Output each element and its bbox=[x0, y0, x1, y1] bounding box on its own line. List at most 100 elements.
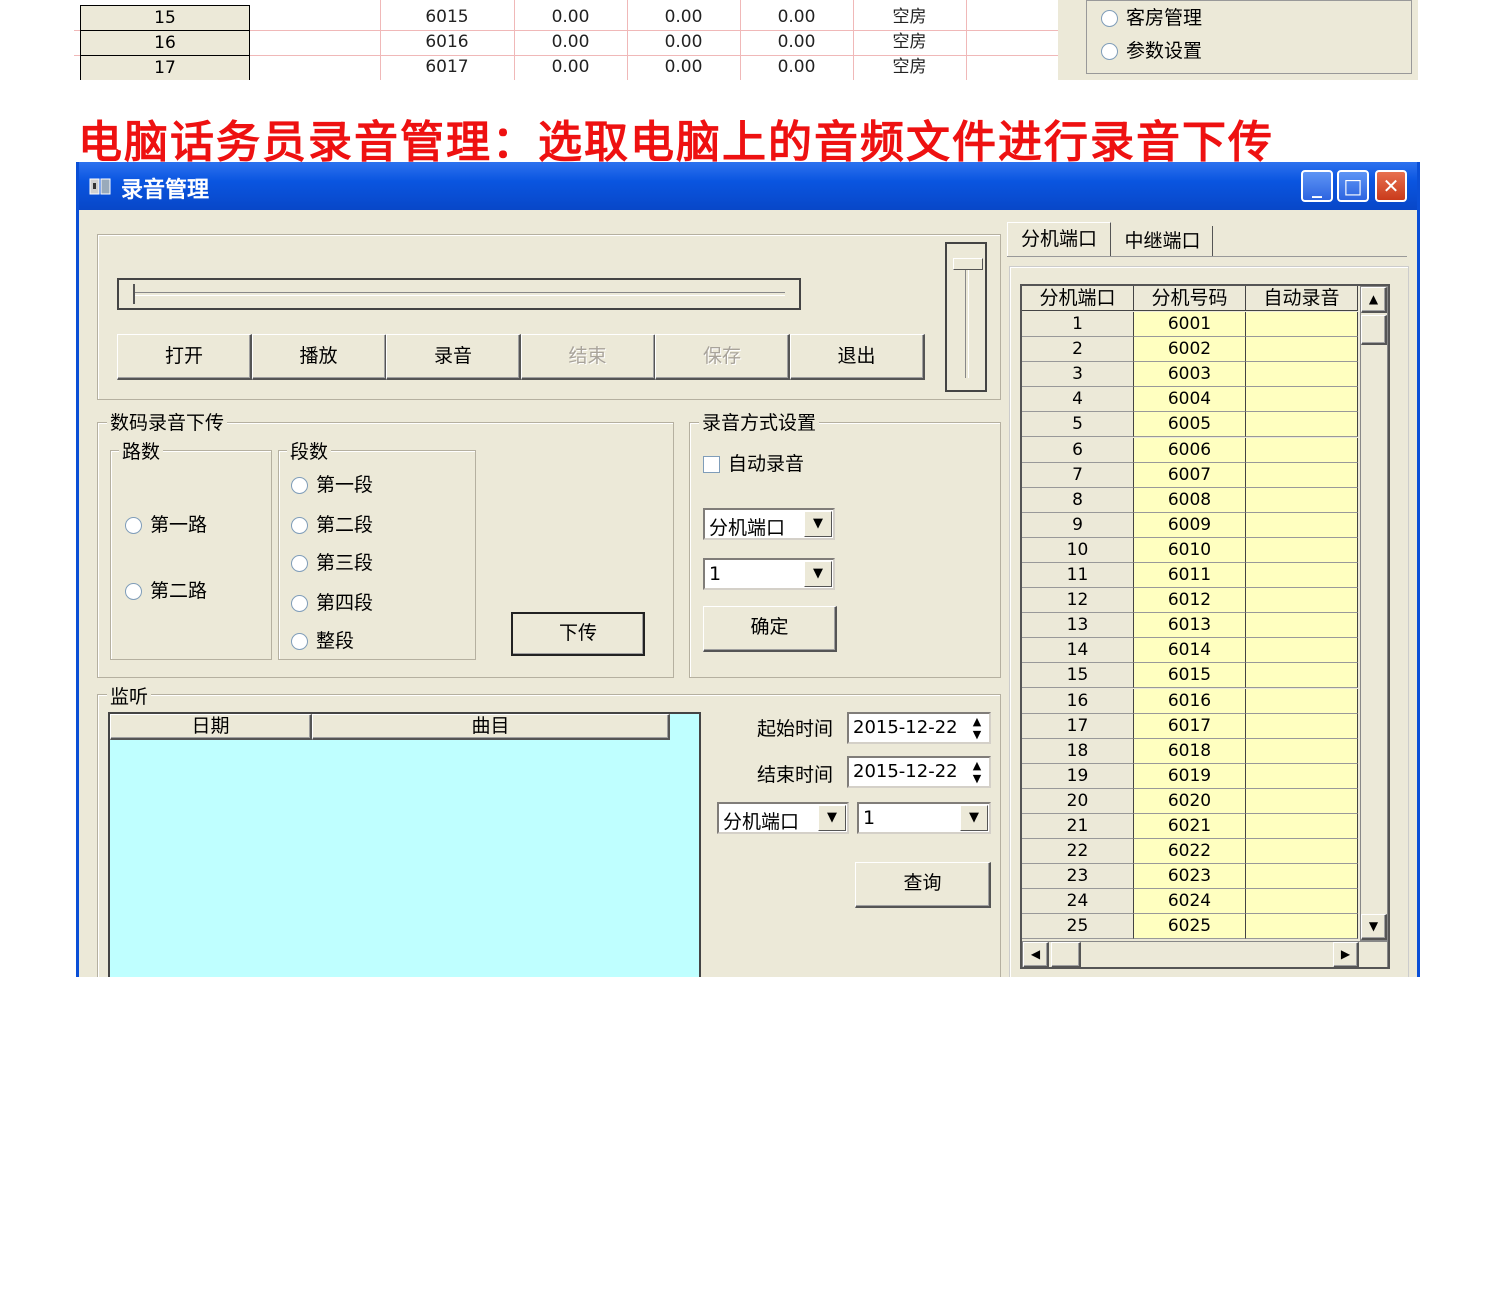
table-row[interactable]: 17 6017 0.00 0.00 0.00 空房 bbox=[74, 55, 1058, 80]
auto-record-checkbox[interactable]: 自动录音 bbox=[703, 449, 804, 476]
scroll-down-icon[interactable]: ▼ bbox=[1361, 914, 1387, 940]
record-number-select[interactable]: 1 ▼ bbox=[703, 558, 835, 590]
table-cell[interactable] bbox=[1246, 638, 1358, 664]
radio-icon[interactable] bbox=[291, 517, 308, 534]
upload-button[interactable]: 下传 bbox=[511, 612, 645, 656]
column-header[interactable]: 自动录音 bbox=[1246, 286, 1358, 311]
table-row[interactable]: 4 6004 bbox=[1022, 387, 1362, 413]
table-row[interactable]: 9 6009 bbox=[1022, 512, 1362, 538]
stop-button[interactable]: 结束 bbox=[520, 334, 656, 380]
spin-arrows-icon[interactable]: ▲ ▼ bbox=[967, 715, 987, 741]
segment-option[interactable]: 第二段 bbox=[291, 510, 373, 537]
minimize-button[interactable]: _ bbox=[1301, 170, 1333, 202]
start-time-picker[interactable]: 2015-12-22 ▲ ▼ bbox=[847, 712, 991, 744]
table-row[interactable]: 15 6015 0.00 0.00 0.00 空房 bbox=[74, 5, 1058, 32]
recording-list[interactable]: 日期 曲目 bbox=[108, 712, 701, 977]
table-row[interactable]: 5 6005 bbox=[1022, 412, 1362, 438]
segment-option[interactable]: 第一段 bbox=[291, 470, 373, 497]
port-table[interactable]: ▲ ▼ ◀ ▶ 分机端口 分机号码 自动录音 1 6001 2 6002 3 6003 4 6004… bbox=[1020, 284, 1390, 969]
title-bar[interactable]: 录音管理 _ □ ✕ bbox=[79, 162, 1417, 210]
horizontal-scrollbar[interactable]: ◀ ▶ bbox=[1022, 941, 1388, 967]
table-cell[interactable] bbox=[1246, 563, 1358, 588]
table-cell[interactable] bbox=[1246, 437, 1358, 463]
table-row[interactable]: 16 6016 0.00 0.00 0.00 空房 bbox=[74, 30, 1058, 57]
table-row[interactable]: 6 6006 bbox=[1022, 437, 1362, 463]
volume-thumb[interactable] bbox=[953, 258, 983, 270]
table-row[interactable]: 13 6013 bbox=[1022, 613, 1362, 639]
table-row[interactable]: 3 6003 bbox=[1022, 362, 1362, 388]
close-button[interactable]: ✕ bbox=[1375, 170, 1407, 202]
table-cell[interactable] bbox=[1246, 663, 1358, 689]
scroll-right-icon[interactable]: ▶ bbox=[1333, 942, 1359, 967]
table-row[interactable]: 2 6002 bbox=[1022, 337, 1362, 363]
open-button[interactable]: 打开 bbox=[117, 334, 252, 380]
option-parameter-settings[interactable]: 参数设置 bbox=[1101, 36, 1202, 63]
table-row[interactable]: 21 6021 bbox=[1022, 814, 1362, 839]
monitor-port-select[interactable]: 分机端口 ▼ bbox=[717, 802, 849, 834]
table-row[interactable]: 10 6010 bbox=[1022, 537, 1362, 563]
line-option-2[interactable]: 第二路 bbox=[125, 576, 207, 603]
end-time-picker[interactable]: 2015-12-22 ▲ ▼ bbox=[847, 756, 991, 788]
table-row[interactable]: 19 6019 bbox=[1022, 763, 1362, 789]
table-cell[interactable] bbox=[1246, 588, 1358, 614]
record-button[interactable]: 录音 bbox=[386, 334, 521, 380]
table-row[interactable]: 7 6007 bbox=[1022, 462, 1362, 488]
table-cell[interactable] bbox=[1246, 362, 1358, 388]
table-row[interactable]: 25 6025 bbox=[1022, 914, 1362, 940]
volume-slider[interactable] bbox=[945, 242, 987, 392]
maximize-button[interactable]: □ bbox=[1337, 170, 1369, 202]
table-cell[interactable] bbox=[1246, 512, 1358, 538]
table-row[interactable]: 16 6016 bbox=[1022, 688, 1362, 714]
radio-icon[interactable] bbox=[291, 595, 308, 612]
radio-icon[interactable] bbox=[291, 633, 308, 650]
save-button[interactable]: 保存 bbox=[655, 334, 790, 380]
table-cell[interactable] bbox=[1246, 462, 1358, 488]
table-cell[interactable] bbox=[1246, 864, 1358, 890]
table-cell[interactable] bbox=[1246, 914, 1358, 940]
table-cell[interactable] bbox=[1246, 487, 1358, 513]
checkbox-box[interactable] bbox=[703, 456, 720, 473]
scroll-up-icon[interactable]: ▲ bbox=[1361, 287, 1387, 313]
table-cell[interactable] bbox=[1246, 312, 1358, 337]
radio-icon[interactable] bbox=[291, 555, 308, 572]
table-cell[interactable] bbox=[1246, 412, 1358, 438]
play-button[interactable]: 播放 bbox=[251, 334, 387, 380]
line-option-1[interactable]: 第一路 bbox=[125, 510, 207, 537]
table-cell[interactable] bbox=[1246, 814, 1358, 839]
table-cell[interactable] bbox=[1246, 763, 1358, 789]
record-port-select[interactable]: 分机端口 ▼ bbox=[703, 508, 835, 540]
table-row[interactable]: 18 6018 bbox=[1022, 738, 1362, 764]
exit-button[interactable]: 退出 bbox=[789, 334, 925, 380]
table-cell[interactable] bbox=[1246, 839, 1358, 865]
scroll-left-icon[interactable]: ◀ bbox=[1023, 942, 1049, 967]
hscroll-thumb[interactable] bbox=[1051, 942, 1081, 967]
progress-thumb[interactable] bbox=[133, 284, 141, 304]
tab-trunk-port[interactable]: 中继端口 bbox=[1113, 226, 1213, 256]
radio-icon[interactable] bbox=[291, 477, 308, 494]
table-cell[interactable] bbox=[1246, 613, 1358, 639]
confirm-button[interactable]: 确定 bbox=[703, 606, 837, 652]
segment-option[interactable]: 第四段 bbox=[291, 588, 373, 615]
table-row[interactable]: 12 6012 bbox=[1022, 588, 1362, 614]
table-row[interactable]: 8 6008 bbox=[1022, 487, 1362, 513]
tab-extension-port[interactable]: 分机端口 bbox=[1007, 222, 1111, 256]
segment-option[interactable]: 整段 bbox=[291, 626, 354, 653]
table-row[interactable]: 1 6001 bbox=[1022, 312, 1362, 337]
column-header[interactable]: 分机端口 bbox=[1022, 286, 1134, 311]
table-row[interactable]: 17 6017 bbox=[1022, 713, 1362, 739]
table-cell[interactable] bbox=[1246, 738, 1358, 764]
column-header[interactable]: 分机号码 bbox=[1134, 286, 1246, 311]
table-row[interactable]: 20 6020 bbox=[1022, 788, 1362, 814]
column-header-track[interactable]: 曲目 bbox=[312, 714, 670, 740]
table-row[interactable]: 24 6024 bbox=[1022, 889, 1362, 915]
table-cell[interactable] bbox=[1246, 337, 1358, 363]
query-button[interactable]: 查询 bbox=[855, 862, 991, 908]
table-row[interactable]: 22 6022 bbox=[1022, 839, 1362, 865]
table-cell[interactable] bbox=[1246, 688, 1358, 714]
table-row[interactable]: 11 6011 bbox=[1022, 563, 1362, 588]
table-cell[interactable] bbox=[1246, 889, 1358, 915]
table-row[interactable]: 23 6023 bbox=[1022, 864, 1362, 890]
table-cell[interactable] bbox=[1246, 387, 1358, 413]
table-row[interactable]: 15 6015 bbox=[1022, 663, 1362, 689]
table-cell[interactable] bbox=[1246, 788, 1358, 814]
